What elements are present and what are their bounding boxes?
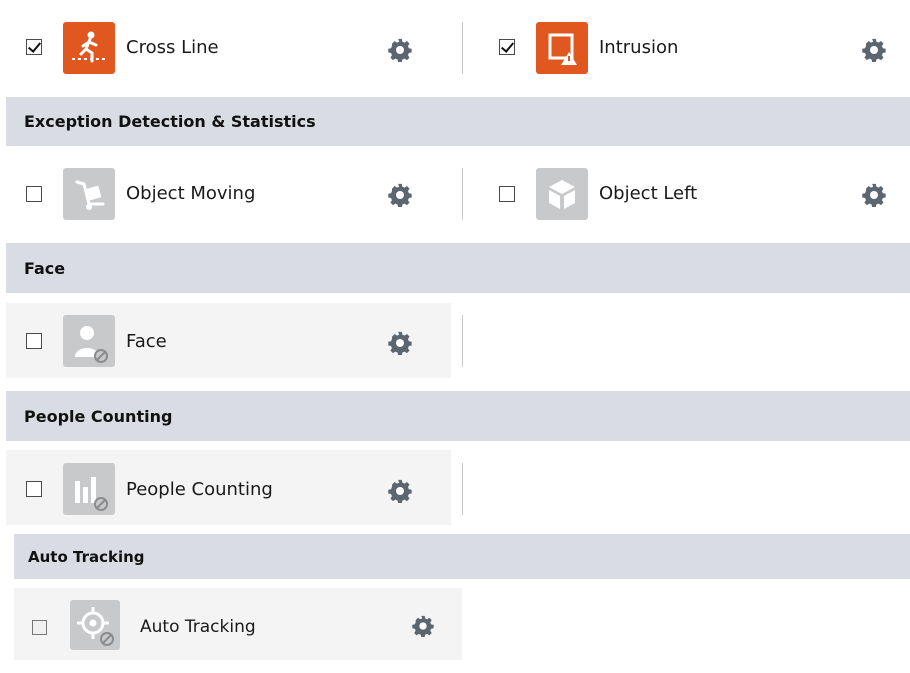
crosshair-disabled-icon [70,600,120,650]
people-counting-label: People Counting [126,479,273,500]
section-title: People Counting [24,406,173,426]
object-left-settings-gear-icon[interactable] [862,183,886,207]
auto-tracking-settings-gear-icon[interactable] [412,615,434,637]
hand-truck-icon [63,168,115,220]
section-header-exception-detection: Exception Detection & Statistics [6,97,910,146]
section-header-face: Face [6,243,910,293]
face-settings-gear-icon[interactable] [388,331,412,355]
object-moving-label: Object Moving [126,183,256,204]
section-header-auto-tracking: Auto Tracking [14,534,910,579]
section-header-people-counting: People Counting [6,391,910,441]
column-divider [462,315,463,367]
section-title: Auto Tracking [28,547,145,566]
face-checkbox[interactable] [26,333,42,349]
face-person-disabled-icon [63,315,115,367]
cross-line-label: Cross Line [126,37,219,58]
object-left-checkbox[interactable] [499,186,515,202]
bar-chart-disabled-icon [63,463,115,515]
auto-tracking-checkbox[interactable] [32,620,47,635]
column-divider [462,22,463,74]
people-counting-settings-gear-icon[interactable] [388,479,412,503]
intrusion-region-icon [536,22,588,74]
intrusion-settings-gear-icon[interactable] [862,38,886,62]
object-moving-settings-gear-icon[interactable] [388,183,412,207]
object-left-label: Object Left [599,183,698,204]
object-moving-checkbox[interactable] [26,186,42,202]
intrusion-checkbox[interactable] [499,39,515,55]
person-crossing-line-icon [63,22,115,74]
cross-line-settings-gear-icon[interactable] [388,38,412,62]
cross-line-checkbox[interactable] [26,39,42,55]
section-title: Face [24,258,66,278]
section-title: Exception Detection & Statistics [24,112,316,131]
column-divider [462,168,463,220]
intrusion-label: Intrusion [599,37,679,58]
face-label: Face [126,331,167,352]
auto-tracking-label: Auto Tracking [140,617,256,637]
box-icon [536,168,588,220]
column-divider [462,463,463,515]
people-counting-checkbox[interactable] [26,481,42,497]
